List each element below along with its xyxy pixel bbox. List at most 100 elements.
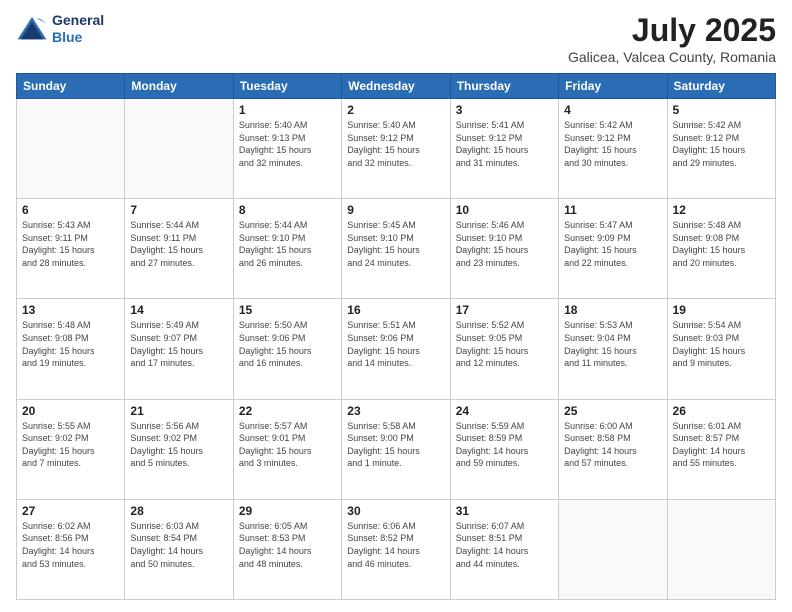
week-row-4: 20Sunrise: 5:55 AM Sunset: 9:02 PM Dayli… <box>17 399 776 499</box>
day-cell: 8 Sunrise: 5:44 AM Sunset: 9:10 PM Daylig… <box>233 199 341 299</box>
day-detail: Sunrise: 5:43 AM Sunset: 9:11 PM Dayligh… <box>22 219 119 269</box>
day-number: 21 <box>130 404 227 418</box>
day-cell: 22Sunrise: 5:57 AM Sunset: 9:01 PM Dayli… <box>233 399 341 499</box>
day-cell: 5 Sunrise: 5:42 AM Sunset: 9:12 PM Daylig… <box>667 99 775 199</box>
day-number: 5 <box>673 103 770 117</box>
day-number: 7 <box>130 203 227 217</box>
week-row-1: 1Sunrise: 5:40 AM Sunset: 9:13 PM Daylig… <box>17 99 776 199</box>
day-cell <box>559 499 667 599</box>
day-detail: Sunrise: 5:56 AM Sunset: 9:02 PM Dayligh… <box>130 420 227 470</box>
day-number: 3 <box>456 103 553 117</box>
day-number: 9 <box>347 203 444 217</box>
day-cell: 28 Sunrise: 6:03 AM Sunset: 8:54 PM Dayli… <box>125 499 233 599</box>
day-number: 11 <box>564 203 661 217</box>
day-number: 22 <box>239 404 336 418</box>
day-number: 12 <box>673 203 770 217</box>
day-number: 24 <box>456 404 553 418</box>
day-cell: 19Sunrise: 5:54 AM Sunset: 9:03 PM Dayli… <box>667 299 775 399</box>
day-detail: Sunrise: 5:42 AM Sunset: 9:12 PM Dayligh… <box>673 119 770 169</box>
day-number: 1 <box>239 103 336 117</box>
day-number: 23 <box>347 404 444 418</box>
day-cell <box>667 499 775 599</box>
day-cell: 7 Sunrise: 5:44 AM Sunset: 9:11 PM Daylig… <box>125 199 233 299</box>
day-cell: 15 Sunrise: 5:50 AM Sunset: 9:06 PM Dayli… <box>233 299 341 399</box>
day-cell: 6Sunrise: 5:43 AM Sunset: 9:11 PM Daylig… <box>17 199 125 299</box>
day-detail: Sunrise: 6:07 AM Sunset: 8:51 PM Dayligh… <box>456 520 553 570</box>
day-cell: 11 Sunrise: 5:47 AM Sunset: 9:09 PM Dayli… <box>559 199 667 299</box>
day-detail: Sunrise: 5:48 AM Sunset: 9:08 PM Dayligh… <box>22 319 119 369</box>
day-number: 15 <box>239 303 336 317</box>
day-cell: 23 Sunrise: 5:58 AM Sunset: 9:00 PM Dayli… <box>342 399 450 499</box>
day-cell: 17 Sunrise: 5:52 AM Sunset: 9:05 PM Dayli… <box>450 299 558 399</box>
day-detail: Sunrise: 5:44 AM Sunset: 9:10 PM Dayligh… <box>239 219 336 269</box>
day-number: 18 <box>564 303 661 317</box>
day-number: 4 <box>564 103 661 117</box>
day-detail: Sunrise: 6:03 AM Sunset: 8:54 PM Dayligh… <box>130 520 227 570</box>
day-cell: 26 Sunrise: 6:01 AM Sunset: 8:57 PM Dayli… <box>667 399 775 499</box>
day-detail: Sunrise: 6:01 AM Sunset: 8:57 PM Dayligh… <box>673 420 770 470</box>
day-cell: 12Sunrise: 5:48 AM Sunset: 9:08 PM Dayli… <box>667 199 775 299</box>
day-detail: Sunrise: 5:50 AM Sunset: 9:06 PM Dayligh… <box>239 319 336 369</box>
week-row-5: 27 Sunrise: 6:02 AM Sunset: 8:56 PM Dayli… <box>17 499 776 599</box>
day-detail: Sunrise: 5:46 AM Sunset: 9:10 PM Dayligh… <box>456 219 553 269</box>
col-header-friday: Friday <box>559 74 667 99</box>
day-detail: Sunrise: 5:52 AM Sunset: 9:05 PM Dayligh… <box>456 319 553 369</box>
logo-blue: Blue <box>52 29 104 46</box>
day-detail: Sunrise: 5:53 AM Sunset: 9:04 PM Dayligh… <box>564 319 661 369</box>
day-detail: Sunrise: 6:02 AM Sunset: 8:56 PM Dayligh… <box>22 520 119 570</box>
day-number: 16 <box>347 303 444 317</box>
day-number: 27 <box>22 504 119 518</box>
col-header-tuesday: Tuesday <box>233 74 341 99</box>
day-detail: Sunrise: 5:47 AM Sunset: 9:09 PM Dayligh… <box>564 219 661 269</box>
day-number: 19 <box>673 303 770 317</box>
day-number: 26 <box>673 404 770 418</box>
day-cell: 20Sunrise: 5:55 AM Sunset: 9:02 PM Dayli… <box>17 399 125 499</box>
day-cell: 16 Sunrise: 5:51 AM Sunset: 9:06 PM Dayli… <box>342 299 450 399</box>
day-cell: 25 Sunrise: 6:00 AM Sunset: 8:58 PM Dayli… <box>559 399 667 499</box>
calendar-table: SundayMondayTuesdayWednesdayThursdayFrid… <box>16 73 776 600</box>
logo: General Blue <box>16 12 104 46</box>
day-detail: Sunrise: 5:45 AM Sunset: 9:10 PM Dayligh… <box>347 219 444 269</box>
logo-general: General <box>52 12 104 29</box>
day-detail: Sunrise: 5:40 AM Sunset: 9:12 PM Dayligh… <box>347 119 444 169</box>
day-number: 17 <box>456 303 553 317</box>
day-cell: 2 Sunrise: 5:40 AM Sunset: 9:12 PM Daylig… <box>342 99 450 199</box>
day-cell <box>17 99 125 199</box>
day-cell: 29Sunrise: 6:05 AM Sunset: 8:53 PM Dayli… <box>233 499 341 599</box>
day-number: 2 <box>347 103 444 117</box>
day-detail: Sunrise: 5:51 AM Sunset: 9:06 PM Dayligh… <box>347 319 444 369</box>
day-detail: Sunrise: 6:06 AM Sunset: 8:52 PM Dayligh… <box>347 520 444 570</box>
header: General Blue July 2025 Galicea, Valcea C… <box>16 12 776 65</box>
day-number: 28 <box>130 504 227 518</box>
title-section: July 2025 Galicea, Valcea County, Romani… <box>568 12 776 65</box>
day-detail: Sunrise: 5:44 AM Sunset: 9:11 PM Dayligh… <box>130 219 227 269</box>
day-detail: Sunrise: 5:49 AM Sunset: 9:07 PM Dayligh… <box>130 319 227 369</box>
day-detail: Sunrise: 5:41 AM Sunset: 9:12 PM Dayligh… <box>456 119 553 169</box>
page: General Blue July 2025 Galicea, Valcea C… <box>0 0 792 612</box>
day-cell: 18 Sunrise: 5:53 AM Sunset: 9:04 PM Dayli… <box>559 299 667 399</box>
day-cell: 3 Sunrise: 5:41 AM Sunset: 9:12 PM Daylig… <box>450 99 558 199</box>
day-detail: Sunrise: 6:00 AM Sunset: 8:58 PM Dayligh… <box>564 420 661 470</box>
col-header-wednesday: Wednesday <box>342 74 450 99</box>
day-number: 20 <box>22 404 119 418</box>
day-number: 25 <box>564 404 661 418</box>
day-number: 13 <box>22 303 119 317</box>
day-number: 29 <box>239 504 336 518</box>
day-number: 8 <box>239 203 336 217</box>
day-number: 14 <box>130 303 227 317</box>
day-cell: 14 Sunrise: 5:49 AM Sunset: 9:07 PM Dayli… <box>125 299 233 399</box>
location: Galicea, Valcea County, Romania <box>568 49 776 65</box>
day-cell: 27 Sunrise: 6:02 AM Sunset: 8:56 PM Dayli… <box>17 499 125 599</box>
day-detail: Sunrise: 5:42 AM Sunset: 9:12 PM Dayligh… <box>564 119 661 169</box>
header-row: SundayMondayTuesdayWednesdayThursdayFrid… <box>17 74 776 99</box>
day-cell: 13 Sunrise: 5:48 AM Sunset: 9:08 PM Dayli… <box>17 299 125 399</box>
day-detail: Sunrise: 5:58 AM Sunset: 9:00 PM Dayligh… <box>347 420 444 470</box>
day-cell: 31Sunrise: 6:07 AM Sunset: 8:51 PM Dayli… <box>450 499 558 599</box>
col-header-thursday: Thursday <box>450 74 558 99</box>
day-cell: 9 Sunrise: 5:45 AM Sunset: 9:10 PM Daylig… <box>342 199 450 299</box>
day-cell: 24Sunrise: 5:59 AM Sunset: 8:59 PM Dayli… <box>450 399 558 499</box>
day-cell: 30Sunrise: 6:06 AM Sunset: 8:52 PM Dayli… <box>342 499 450 599</box>
col-header-monday: Monday <box>125 74 233 99</box>
day-cell: 4 Sunrise: 5:42 AM Sunset: 9:12 PM Daylig… <box>559 99 667 199</box>
day-cell <box>125 99 233 199</box>
